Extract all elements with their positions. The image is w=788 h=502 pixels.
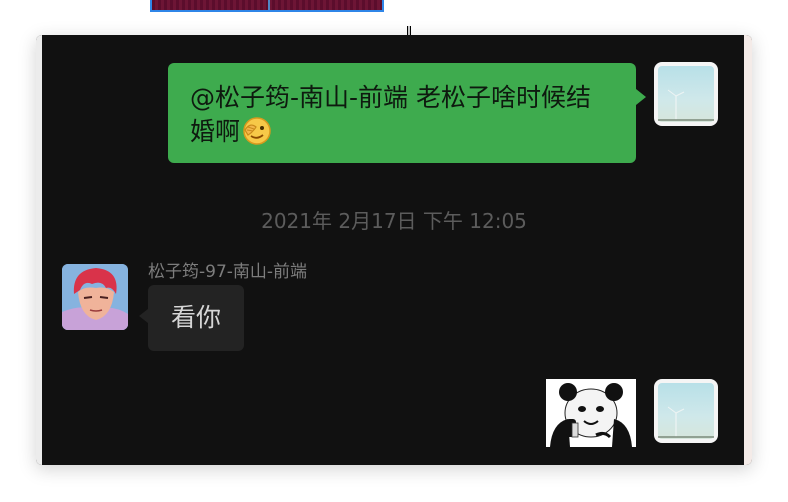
chat-window: @松子筠-南山-前端 老松子啥时候结婚啊 2021年 2月17日 下午 12:0… [36, 35, 752, 465]
incoming-message-bubble[interactable]: 看你 [139, 285, 244, 351]
sender-name: 松子筠-97-南山-前端 [148, 262, 308, 282]
panda-meme-sticker-icon [546, 379, 636, 447]
eye-patch-emoji-icon [243, 117, 271, 145]
background-window-sliver [150, 0, 384, 12]
self-avatar-top[interactable] [654, 62, 718, 126]
anime-character-avatar-icon [62, 264, 128, 330]
sender-avatar[interactable] [62, 264, 128, 330]
wind-turbine-icon [658, 406, 714, 438]
incoming-message-text: 看你 [170, 303, 221, 332]
wind-turbine-icon [658, 89, 714, 121]
background-window-divider [268, 0, 270, 10]
panda-meme-sticker[interactable] [546, 379, 636, 447]
message-timestamp: 2021年 2月17日 下午 12:05 [261, 209, 527, 233]
self-avatar-bottom[interactable] [654, 379, 718, 443]
outgoing-message-bubble[interactable]: @松子筠-南山-前端 老松子啥时候结婚啊 [168, 63, 646, 163]
